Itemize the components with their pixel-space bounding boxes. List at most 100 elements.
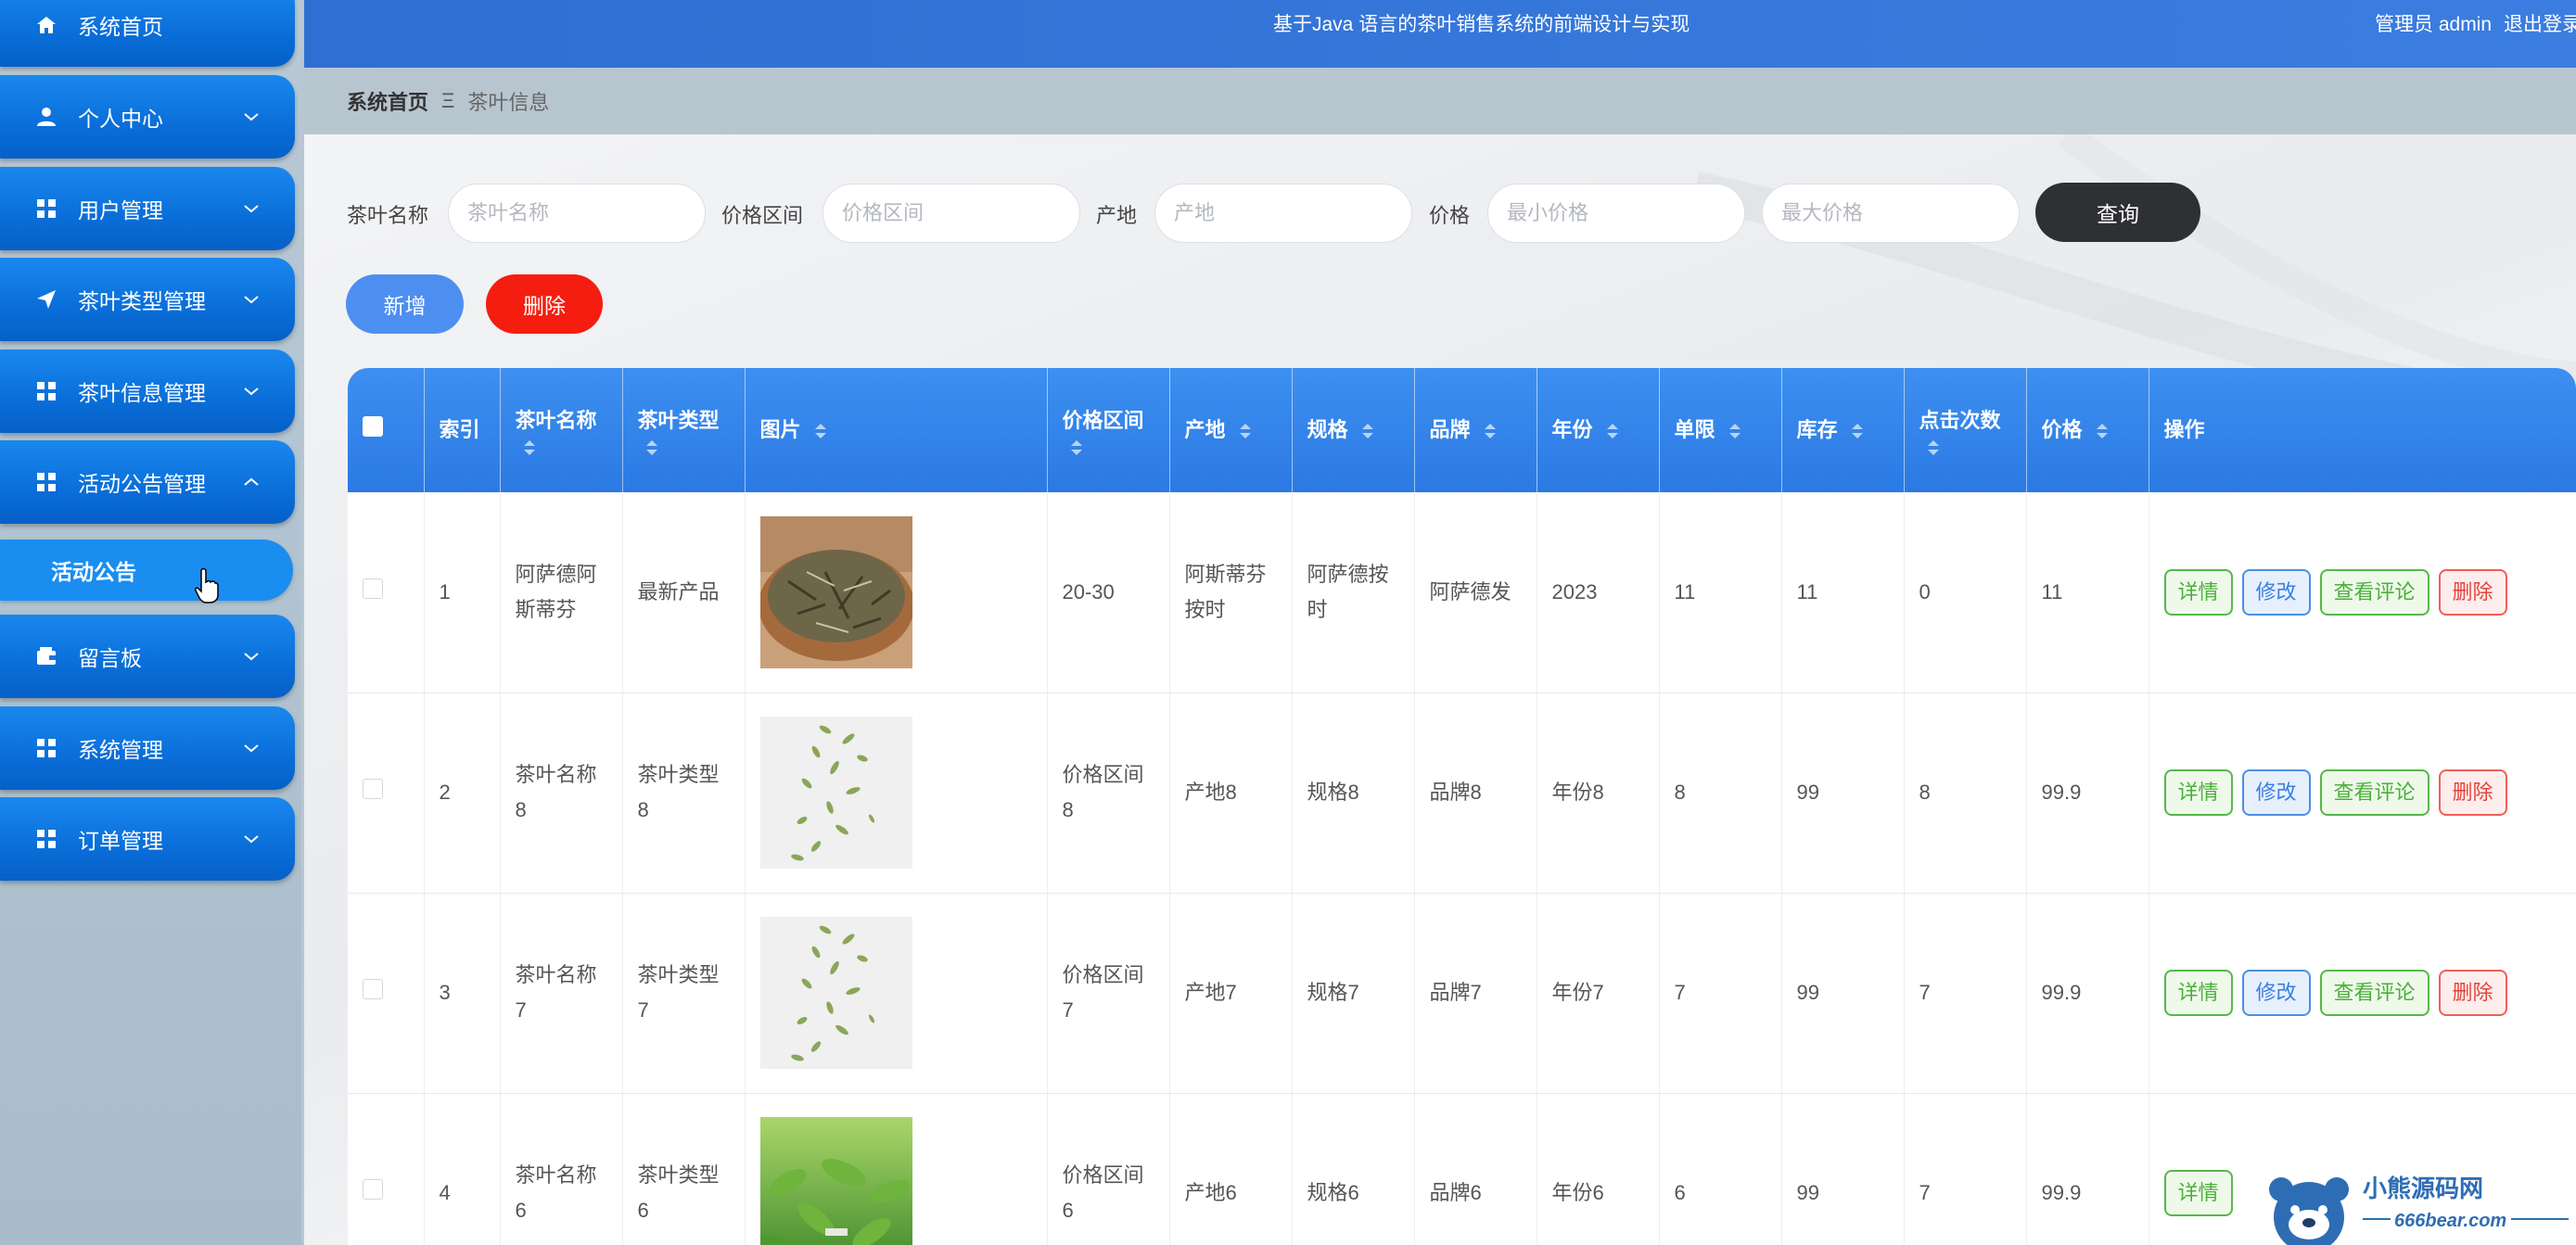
edit-button[interactable]: 修改 (2241, 769, 2311, 816)
sort-icon[interactable] (645, 438, 658, 457)
chevron-down-icon (239, 386, 263, 397)
sort-icon[interactable] (1070, 438, 1083, 457)
view-review-button[interactable]: 查看评论 (2319, 568, 2429, 616)
sidebar-item-label: 茶叶类型管理 (78, 289, 206, 313)
app-root: 系统首页 个人中心 用户管理 茶叶类型管理 茶叶信息管理 活动公告管理 活动公告… (0, 0, 2576, 1245)
sort-icon[interactable] (1484, 422, 1497, 440)
view-review-button[interactable]: 查看评论 (2319, 970, 2429, 1016)
cell-stock: 99 (1781, 893, 1905, 1094)
column-header[interactable]: 产地 (1169, 368, 1293, 492)
column-header[interactable]: 品牌 (1414, 368, 1537, 492)
detail-button[interactable]: 详情 (2163, 568, 2233, 616)
cell-year: 年份8 (1537, 692, 1660, 894)
cell-clicks: 0 (1904, 492, 2027, 693)
sort-icon[interactable] (814, 422, 827, 440)
chevron-up-icon (239, 476, 263, 488)
sidebar-item-home[interactable]: 系统首页 (0, 0, 295, 67)
search-name-input[interactable] (448, 184, 706, 243)
search-min-price-input[interactable] (1487, 184, 1745, 243)
sort-icon[interactable] (1728, 422, 1741, 440)
select-all-checkbox[interactable] (363, 416, 383, 437)
column-header[interactable]: 价格 (2026, 368, 2149, 492)
column-header[interactable]: 年份 (1537, 368, 1660, 492)
batch-delete-button[interactable]: 删除 (486, 274, 603, 334)
sort-icon[interactable] (1361, 422, 1374, 440)
row-checkbox[interactable] (363, 779, 383, 799)
watermark-url: 666bear.com (2394, 1211, 2506, 1231)
sidebar-item-system-management[interactable]: 系统管理 (0, 706, 295, 790)
row-delete-button[interactable]: 删除 (2438, 970, 2507, 1016)
table-header-row: 索引 茶叶名称 茶叶类型 图片 价格区间 产地 规格 品牌 年份 单限 库存 点… (348, 368, 2576, 492)
sort-icon[interactable] (1851, 422, 1864, 440)
column-header[interactable]: 图片 (745, 368, 1048, 492)
cell-type: 茶叶类型8 (622, 692, 746, 894)
detail-button[interactable]: 详情 (2163, 769, 2233, 816)
user-icon (35, 106, 57, 128)
cell-operations: 详情 修改 查看评论 删除 (2149, 893, 2576, 1094)
sidebar-item-tea-type-management[interactable]: 茶叶类型管理 (0, 258, 295, 341)
search-origin-input[interactable] (1154, 184, 1412, 243)
grid-icon (35, 380, 57, 402)
sidebar-item-order-management[interactable]: 订单管理 (0, 797, 295, 881)
column-header[interactable]: 规格 (1292, 368, 1415, 492)
sidebar-subitem-announcement[interactable]: 活动公告 (0, 540, 293, 601)
cell-price-range: 20-30 (1047, 492, 1170, 693)
logout-link[interactable]: 退出登录 (2504, 9, 2576, 37)
sidebar-item-user-management[interactable]: 用户管理 (0, 167, 295, 250)
cell-clicks: 7 (1904, 1093, 2027, 1245)
system-title: 基于Java 语言的茶叶销售系统的前端设计与实现 (1273, 14, 1690, 35)
sort-icon[interactable] (1927, 438, 1940, 457)
table-row: 1 阿萨德阿斯蒂芬 最新产品 20-30 阿斯蒂芬按时 阿萨德按时 阿萨德发 2… (348, 492, 2576, 693)
search-name-label: 茶叶名称 (347, 204, 429, 227)
row-checkbox[interactable] (363, 979, 383, 999)
breadcrumb-separator: Ξ (441, 89, 455, 112)
search-max-price-input[interactable] (1762, 184, 2020, 243)
row-delete-button[interactable]: 删除 (2438, 568, 2507, 616)
sidebar-item-tea-info-management[interactable]: 茶叶信息管理 (0, 349, 295, 433)
cell-index: 3 (424, 893, 501, 1094)
breadcrumb-current: 茶叶信息 (467, 91, 550, 114)
edit-button[interactable]: 修改 (2241, 568, 2311, 616)
sort-icon[interactable] (1239, 422, 1252, 440)
sort-icon[interactable] (523, 438, 536, 457)
row-checkbox[interactable] (363, 1179, 383, 1200)
search-range-input[interactable] (823, 184, 1080, 243)
row-delete-button[interactable]: 删除 (2438, 769, 2507, 816)
cell-price-range: 价格区间8 (1047, 692, 1170, 894)
view-review-button[interactable]: 查看评论 (2319, 769, 2429, 816)
sidebar-item-announcement-management[interactable]: 活动公告管理 (0, 440, 295, 524)
header-select-all[interactable] (348, 368, 425, 492)
cell-operations: 详情 修改 查看评论 删除 (2149, 492, 2576, 693)
chevron-down-icon (239, 111, 263, 122)
cell-image (745, 492, 1048, 693)
column-header[interactable]: 点击次数 (1904, 368, 2027, 492)
detail-button[interactable]: 详情 (2163, 1170, 2233, 1216)
detail-button[interactable]: 详情 (2163, 970, 2233, 1016)
query-button[interactable]: 查询 (2035, 183, 2200, 242)
sort-icon[interactable] (1606, 422, 1619, 440)
sidebar-item-personal-center[interactable]: 个人中心 (0, 75, 295, 159)
cell-origin: 产地8 (1169, 692, 1293, 894)
cell-price: 99.9 (2026, 692, 2149, 894)
column-header[interactable]: 茶叶类型 (622, 368, 746, 492)
edit-button[interactable]: 修改 (2241, 970, 2311, 1016)
column-header[interactable]: 单限 (1659, 368, 1782, 492)
falling-leaves-image (759, 917, 912, 1069)
cell-year: 2023 (1537, 492, 1660, 693)
column-header[interactable]: 库存 (1781, 368, 1905, 492)
cell-image (745, 692, 1048, 894)
current-user: 管理员 admin (2375, 14, 2493, 35)
sort-icon[interactable] (2096, 422, 2109, 440)
row-checkbox[interactable] (363, 578, 383, 599)
cell-origin: 阿斯蒂芬按时 (1169, 492, 1293, 693)
table-row: 3 茶叶名称7 茶叶类型7 价格区间7 产地7 规格7 品牌7 年份7 7 99… (348, 893, 2576, 1094)
chevron-down-icon (239, 651, 263, 662)
search-range-label: 价格区间 (721, 204, 804, 227)
breadcrumb-home[interactable]: 系统首页 (347, 86, 428, 116)
cell-origin: 产地7 (1169, 893, 1293, 1094)
cell-stock: 99 (1781, 1093, 1905, 1245)
sidebar-item-message-board[interactable]: 留言板 (0, 615, 295, 698)
column-header[interactable]: 茶叶名称 (500, 368, 623, 492)
add-button[interactable]: 新增 (346, 274, 464, 334)
column-header[interactable]: 价格区间 (1047, 368, 1170, 492)
